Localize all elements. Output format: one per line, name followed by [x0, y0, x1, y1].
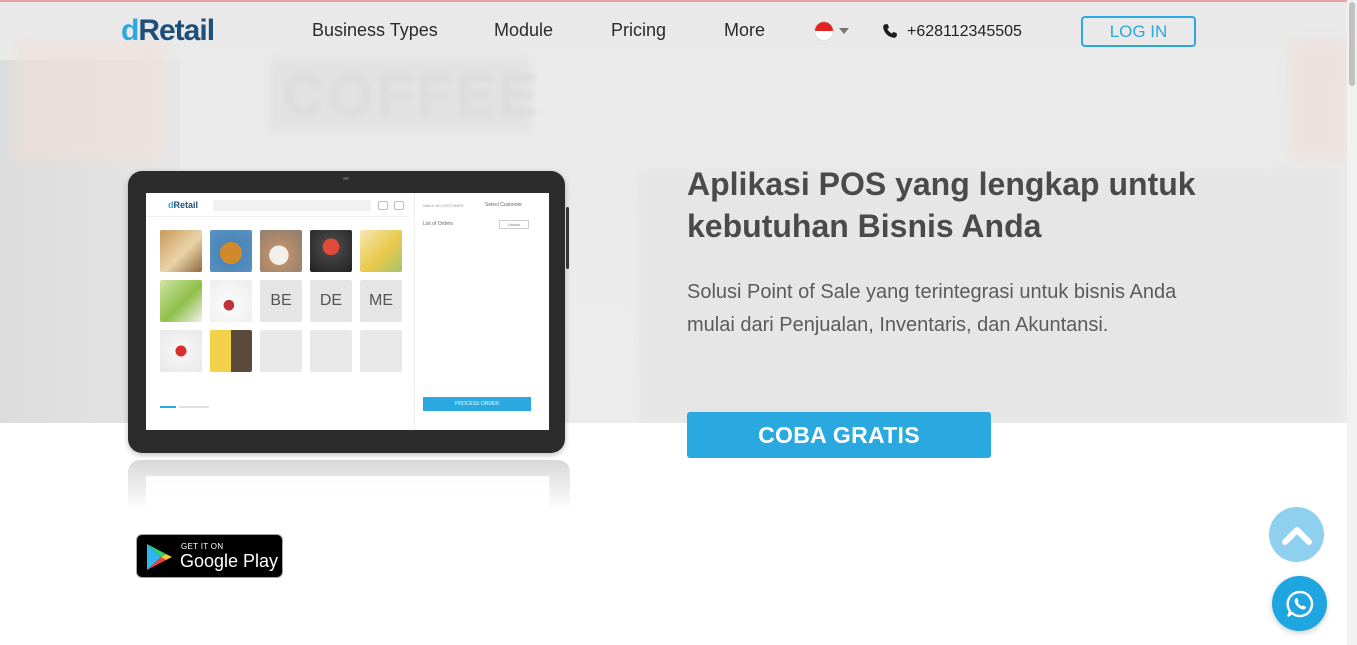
product-tile: [160, 280, 202, 322]
page-scrollbar[interactable]: [1347, 0, 1357, 645]
product-tile: [210, 230, 252, 272]
product-tile: [260, 230, 302, 272]
tablet-screen: dRetail BE DE ME WALK-IN CUSTOMER Select…: [146, 193, 549, 430]
nav-module[interactable]: Module: [494, 20, 553, 41]
google-play-icon: [147, 544, 172, 570]
hero-subtitle: Solusi Point of Sale yang terintegrasi u…: [687, 281, 1177, 336]
product-tile: [310, 230, 352, 272]
scroll-to-top-button[interactable]: [1269, 507, 1324, 562]
pos-cart-icon: [378, 201, 388, 210]
logo-retail: Retail: [138, 14, 215, 47]
pos-search-input: [213, 200, 371, 211]
pos-topbar: dRetail: [146, 193, 410, 217]
nav-more[interactable]: More: [724, 20, 765, 41]
scrollbar-thumb[interactable]: [1349, 2, 1355, 86]
tablet-reflection: [128, 460, 570, 510]
product-tile: [360, 230, 402, 272]
pos-order-panel: WALK-IN CUSTOMER Select Customer List of…: [414, 193, 549, 430]
logo[interactable]: d Retail: [121, 14, 215, 47]
product-tile-me: ME: [360, 280, 402, 322]
google-play-small-text: GET IT ON: [181, 542, 224, 551]
google-play-badge[interactable]: GET IT ON Google Play: [136, 534, 283, 578]
product-tile-empty: [360, 330, 402, 372]
site-header: d Retail Business Types Module Pricing Mo…: [0, 0, 1347, 62]
nav-business-types[interactable]: Business Types: [312, 20, 438, 41]
product-tile: [210, 330, 252, 372]
google-play-big-text: Google Play: [180, 551, 279, 571]
pos-customer-label: WALK-IN CUSTOMER: [423, 203, 464, 208]
chevron-up-icon: [1281, 526, 1312, 545]
whatsapp-icon: [1285, 590, 1313, 617]
login-button[interactable]: LOG IN: [1081, 16, 1196, 47]
product-tile: [160, 330, 202, 372]
product-tile-de: DE: [310, 280, 352, 322]
chevron-down-icon[interactable]: [839, 28, 849, 34]
pos-bell-icon: [394, 201, 404, 210]
pos-select-customer: Select Customer: [485, 202, 522, 208]
pos-orders-button: Unlock: [499, 220, 529, 229]
indonesia-flag-icon[interactable]: [814, 21, 834, 41]
try-free-button[interactable]: COBA GRATIS: [687, 412, 991, 458]
tablet-mockup: dRetail BE DE ME WALK-IN CUSTOMER Select…: [128, 171, 569, 453]
tablet-camera: [343, 177, 349, 180]
pos-pagination-active: [160, 406, 176, 408]
pos-logo: dRetail: [168, 200, 199, 210]
pos-orders-label: List of Orders: [423, 221, 454, 227]
phone-icon: [883, 24, 897, 38]
hero-title: Aplikasi POS yang lengkap untuk kebutuha…: [687, 166, 1196, 244]
bg-sign-text: COFFEE: [282, 63, 542, 128]
product-tile-empty: [310, 330, 352, 372]
whatsapp-button[interactable]: [1272, 576, 1327, 631]
pos-pagination: [179, 406, 209, 408]
pos-process-order-button: PROCESS ORDER: [423, 397, 531, 411]
nav-pricing[interactable]: Pricing: [611, 20, 666, 41]
phone-number[interactable]: +628112345505: [907, 23, 1022, 41]
product-tile: [160, 230, 202, 272]
product-tile-empty: [260, 330, 302, 372]
tablet-side-button: [566, 207, 569, 269]
logo-d: d: [121, 14, 139, 47]
product-tile-be: BE: [260, 280, 302, 322]
product-tile: [210, 280, 252, 322]
